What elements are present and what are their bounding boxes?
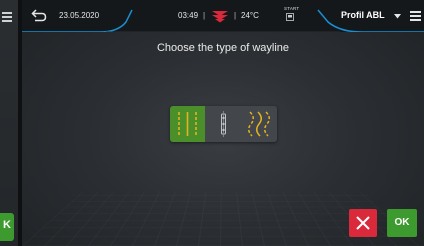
cancel-button[interactable] <box>349 209 377 237</box>
pivot-icon <box>221 111 226 137</box>
ok-button-label: OK <box>394 217 410 228</box>
wayline-option-curve[interactable] <box>242 106 277 142</box>
separator: | <box>234 11 237 20</box>
straight-lines-icon <box>178 112 197 136</box>
ok-partial-label: K <box>3 219 11 231</box>
wayline-option-straight[interactable] <box>170 106 205 142</box>
wayline-screen: 23.05.2020 03:49 | | 24°C START Profil A… <box>22 0 424 246</box>
date-display: 23.05.2020 <box>59 11 100 20</box>
previous-screen-panel: K <box>0 0 18 246</box>
ok-button-partial[interactable]: K <box>0 213 14 241</box>
top-bar: 23.05.2020 03:49 | | 24°C START Profil A… <box>22 0 424 32</box>
separator: | <box>203 11 206 20</box>
back-arrow-icon[interactable] <box>31 8 47 22</box>
page-title: Choose the type of wayline <box>156 42 290 54</box>
ok-button[interactable]: OK <box>387 209 417 237</box>
start-label: START <box>284 6 300 11</box>
record-icon[interactable] <box>286 13 294 21</box>
wayline-option-pivot[interactable] <box>206 106 241 142</box>
wayline-type-selector <box>170 106 277 142</box>
menu-icon[interactable] <box>410 11 421 21</box>
brand-logo-icon <box>212 11 228 23</box>
menu-icon[interactable] <box>2 12 12 24</box>
curved-lines-icon <box>248 111 270 137</box>
temperature-display: 24°C <box>241 11 259 20</box>
time-display: 03:49 <box>178 11 199 20</box>
close-icon <box>356 216 370 230</box>
profile-name[interactable]: Profil ABL <box>341 10 385 20</box>
chevron-down-icon[interactable] <box>394 14 401 19</box>
